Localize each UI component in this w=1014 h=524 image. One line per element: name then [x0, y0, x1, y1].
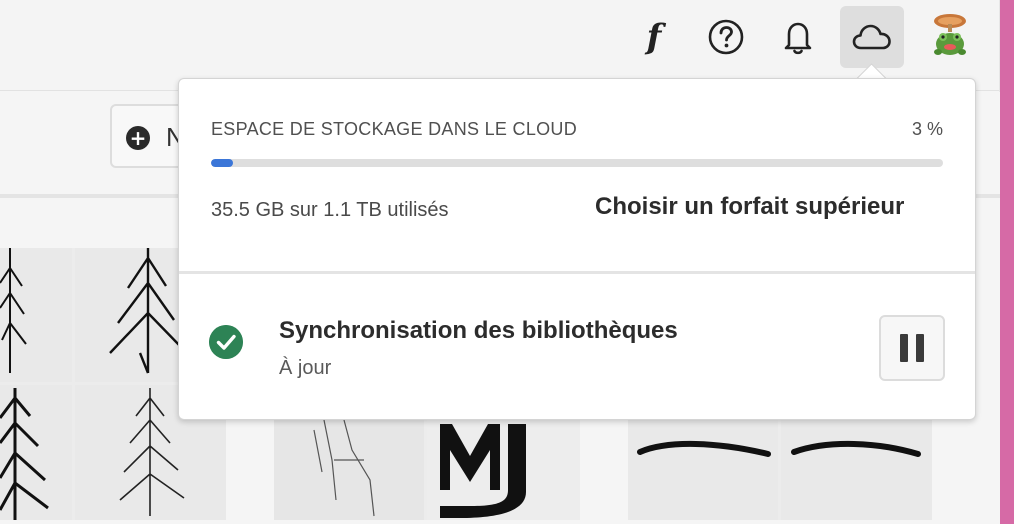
bell-icon — [784, 22, 812, 55]
help-button[interactable] — [694, 6, 758, 68]
pause-icon — [900, 334, 908, 362]
pause-sync-button[interactable] — [879, 315, 945, 381]
sync-status: À jour — [279, 357, 332, 379]
upgrade-plan-link[interactable]: Choisir un forfait supérieur — [595, 193, 904, 221]
storage-title: ESPACE DE STOCKAGE DANS LE CLOUD — [211, 119, 578, 139]
desktop-edge — [1000, 0, 1014, 524]
storage-used-text: 35.5 GB sur 1.1 TB utilisés — [211, 199, 449, 221]
cloud-button[interactable] — [840, 6, 904, 68]
storage-progress-bar — [211, 159, 943, 167]
storage-percent: 3 % — [911, 119, 943, 139]
plus-icon: + — [126, 126, 150, 150]
fonts-icon: f — [646, 17, 662, 57]
brush-stroke-thumbnails — [637, 441, 921, 457]
help-icon — [708, 19, 744, 55]
figure-sketch-thumbnail — [313, 420, 526, 518]
popover-divider — [179, 271, 975, 274]
notifications-button[interactable] — [766, 6, 830, 68]
sync-title: Synchronisation des bibliothèques — [279, 317, 678, 344]
cloud-icon — [852, 24, 891, 50]
pause-icon-bar — [916, 334, 924, 362]
library-card-sketches[interactable] — [274, 420, 580, 520]
fonts-button[interactable]: f — [622, 6, 686, 68]
cloud-storage-popover: ESPACE DE STOCKAGE DANS LE CLOUD 3 % 35.… — [178, 78, 976, 420]
storage-progress-fill — [211, 159, 233, 167]
check-circle-icon — [209, 325, 243, 359]
library-card-brushes[interactable] — [628, 420, 932, 520]
avatar[interactable] — [928, 12, 972, 58]
